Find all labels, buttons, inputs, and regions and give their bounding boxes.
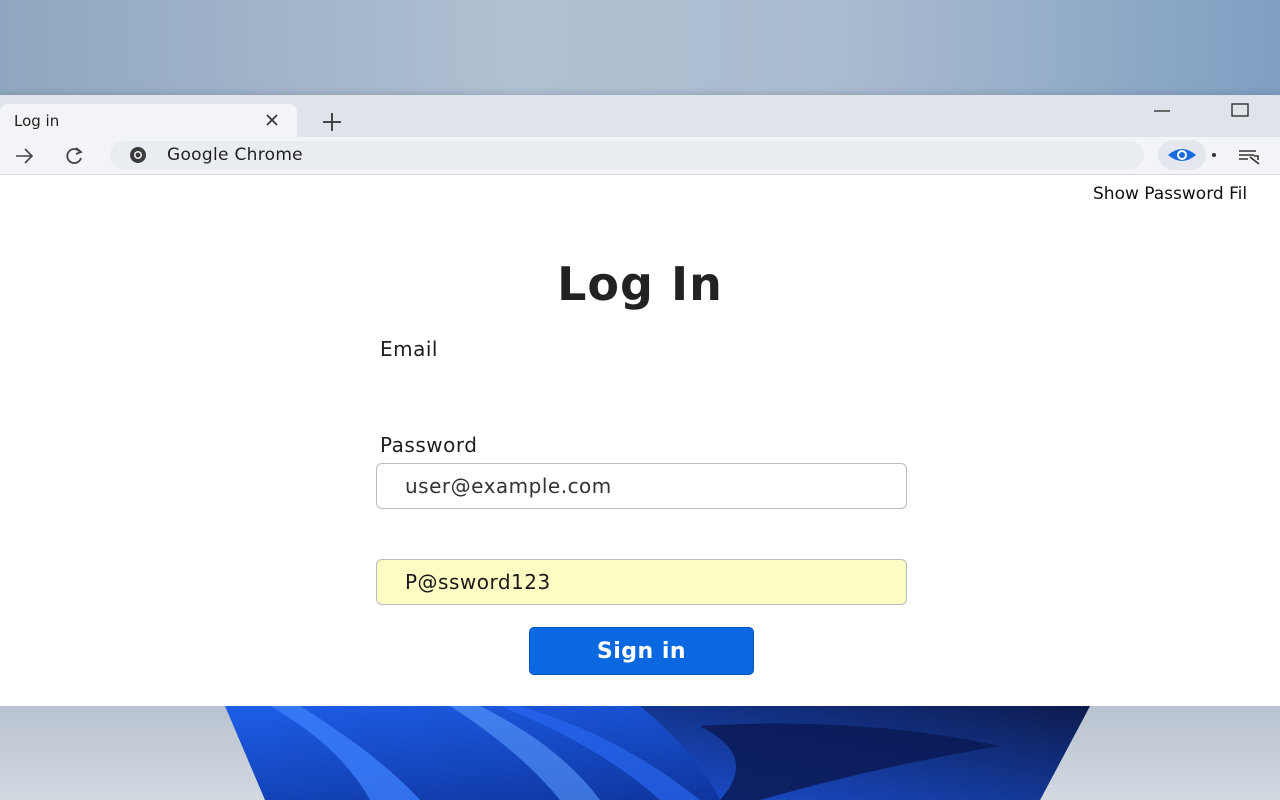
address-bar[interactable]: Google Chrome xyxy=(110,141,1144,169)
show-password-link[interactable]: Show Password Fil xyxy=(1093,184,1247,204)
tab-strip: Log in xyxy=(0,95,1280,137)
browser-window: Log in Google Chrome Show Password Fil L… xyxy=(0,95,1280,707)
password-label: Password xyxy=(380,433,478,457)
page-title: Log In xyxy=(557,257,723,311)
browser-toolbar: Google Chrome xyxy=(0,137,1280,175)
tab-title: Log in xyxy=(14,112,60,130)
reload-icon[interactable] xyxy=(62,145,86,167)
email-field[interactable] xyxy=(376,463,907,509)
eye-icon[interactable] xyxy=(1158,140,1206,170)
login-page: Show Password Fil Log In Email Password … xyxy=(0,175,1280,707)
sign-in-button[interactable]: Sign in xyxy=(529,627,754,675)
wallpaper-bloom xyxy=(225,706,1090,800)
address-text: Google Chrome xyxy=(167,145,303,165)
maximize-icon[interactable] xyxy=(1228,101,1252,121)
close-icon[interactable] xyxy=(262,110,282,130)
extension-dot xyxy=(1212,153,1216,157)
plus-icon[interactable] xyxy=(320,110,344,134)
arrow-right-icon[interactable] xyxy=(12,145,36,167)
password-field[interactable] xyxy=(376,559,907,605)
desktop-wallpaper-top xyxy=(0,0,1280,96)
desktop-wallpaper-bottom xyxy=(0,706,1280,800)
minimize-icon[interactable] xyxy=(1150,101,1174,121)
extension-menu-icon[interactable] xyxy=(1236,145,1262,167)
tab-login[interactable]: Log in xyxy=(0,104,297,137)
chrome-icon xyxy=(126,146,150,164)
email-label: Email xyxy=(380,337,438,361)
